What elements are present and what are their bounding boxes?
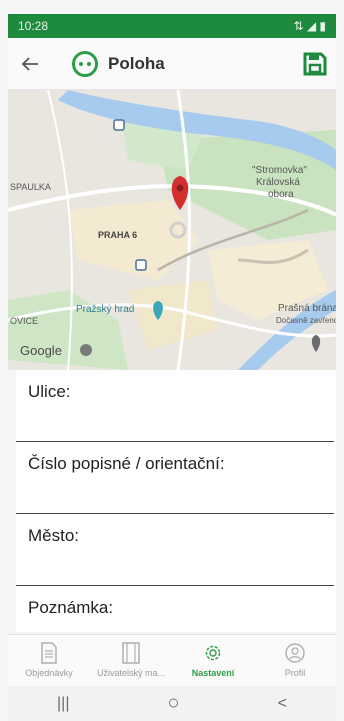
map-label-stromovka: "Stromovka" (252, 165, 307, 176)
status-bar: 10:28 ⇅ ◢ ▮ (8, 14, 336, 38)
note-input[interactable] (26, 622, 316, 632)
house-number-input[interactable] (26, 478, 316, 508)
nav-label: Nastavení (191, 668, 235, 678)
map-label-spaulka: SPAULKA (10, 182, 51, 192)
map-label-ovice: OVICE (10, 316, 39, 326)
page-title: Poloha (108, 53, 165, 73)
status-icons: ⇅ ◢ ▮ (293, 19, 326, 33)
nav-user-manual[interactable]: Uživatelský ma... (90, 635, 172, 686)
street-label: Ulice: (28, 382, 71, 401)
save-button[interactable] (302, 51, 328, 77)
bottom-navigation: Objednávky Uživatelský ma... Nastavení P… (8, 634, 336, 686)
note-label: Poznámka: (28, 598, 114, 617)
google-logo: Google (20, 343, 62, 358)
nav-profile[interactable]: Profil (254, 635, 336, 686)
city-label: Město: (28, 526, 80, 545)
street-input[interactable] (26, 406, 316, 436)
book-icon (122, 642, 140, 664)
map-label-kralovska: Královská (256, 177, 300, 188)
map-label-docasne: Dočasně zavřeno (276, 316, 336, 325)
house-number-field: Číslo popisné / orientační: (16, 442, 334, 514)
map-label-hrad: Pražský hrad (76, 304, 135, 315)
floppy-disk-icon (303, 52, 327, 76)
recents-button[interactable]: ||| (57, 695, 69, 713)
system-navigation-bar: ||| ○ < (8, 686, 336, 721)
city-input[interactable] (26, 550, 316, 580)
back-button[interactable] (8, 38, 52, 90)
home-button[interactable]: ○ (168, 692, 180, 715)
screen: 10:28 ⇅ ◢ ▮ Poloha "Stromovka" Královská… (0, 0, 344, 721)
note-field: Poznámka: (16, 586, 334, 632)
gear-icon (205, 645, 221, 661)
nav-label: Profil (284, 668, 306, 678)
document-icon (41, 642, 57, 664)
profile-icon (285, 643, 305, 663)
nav-orders[interactable]: Objednávky (8, 635, 90, 686)
map-label-brana: Prašná brána (278, 303, 336, 314)
city-field: Město: (16, 514, 334, 586)
map-label-obora: obora (268, 189, 294, 200)
system-back-button[interactable]: < (278, 695, 287, 713)
map-label-praha6: PRAHA 6 (98, 230, 138, 240)
arrow-left-icon (21, 56, 38, 71)
location-map[interactable]: "Stromovka" Královská obora SPAULKA PRAH… (8, 90, 336, 370)
nav-label: Uživatelský ma... (96, 668, 165, 678)
app-logo-icon (72, 50, 98, 77)
status-time: 10:28 (18, 19, 49, 33)
nav-label: Objednávky (25, 668, 73, 678)
app-bar: Poloha (8, 38, 336, 90)
house-number-label: Číslo popisné / orientační: (28, 454, 225, 473)
street-field: Ulice: (16, 370, 334, 442)
address-form: Ulice: Číslo popisné / orientační: Město… (16, 370, 336, 632)
nav-settings[interactable]: Nastavení (172, 635, 254, 686)
